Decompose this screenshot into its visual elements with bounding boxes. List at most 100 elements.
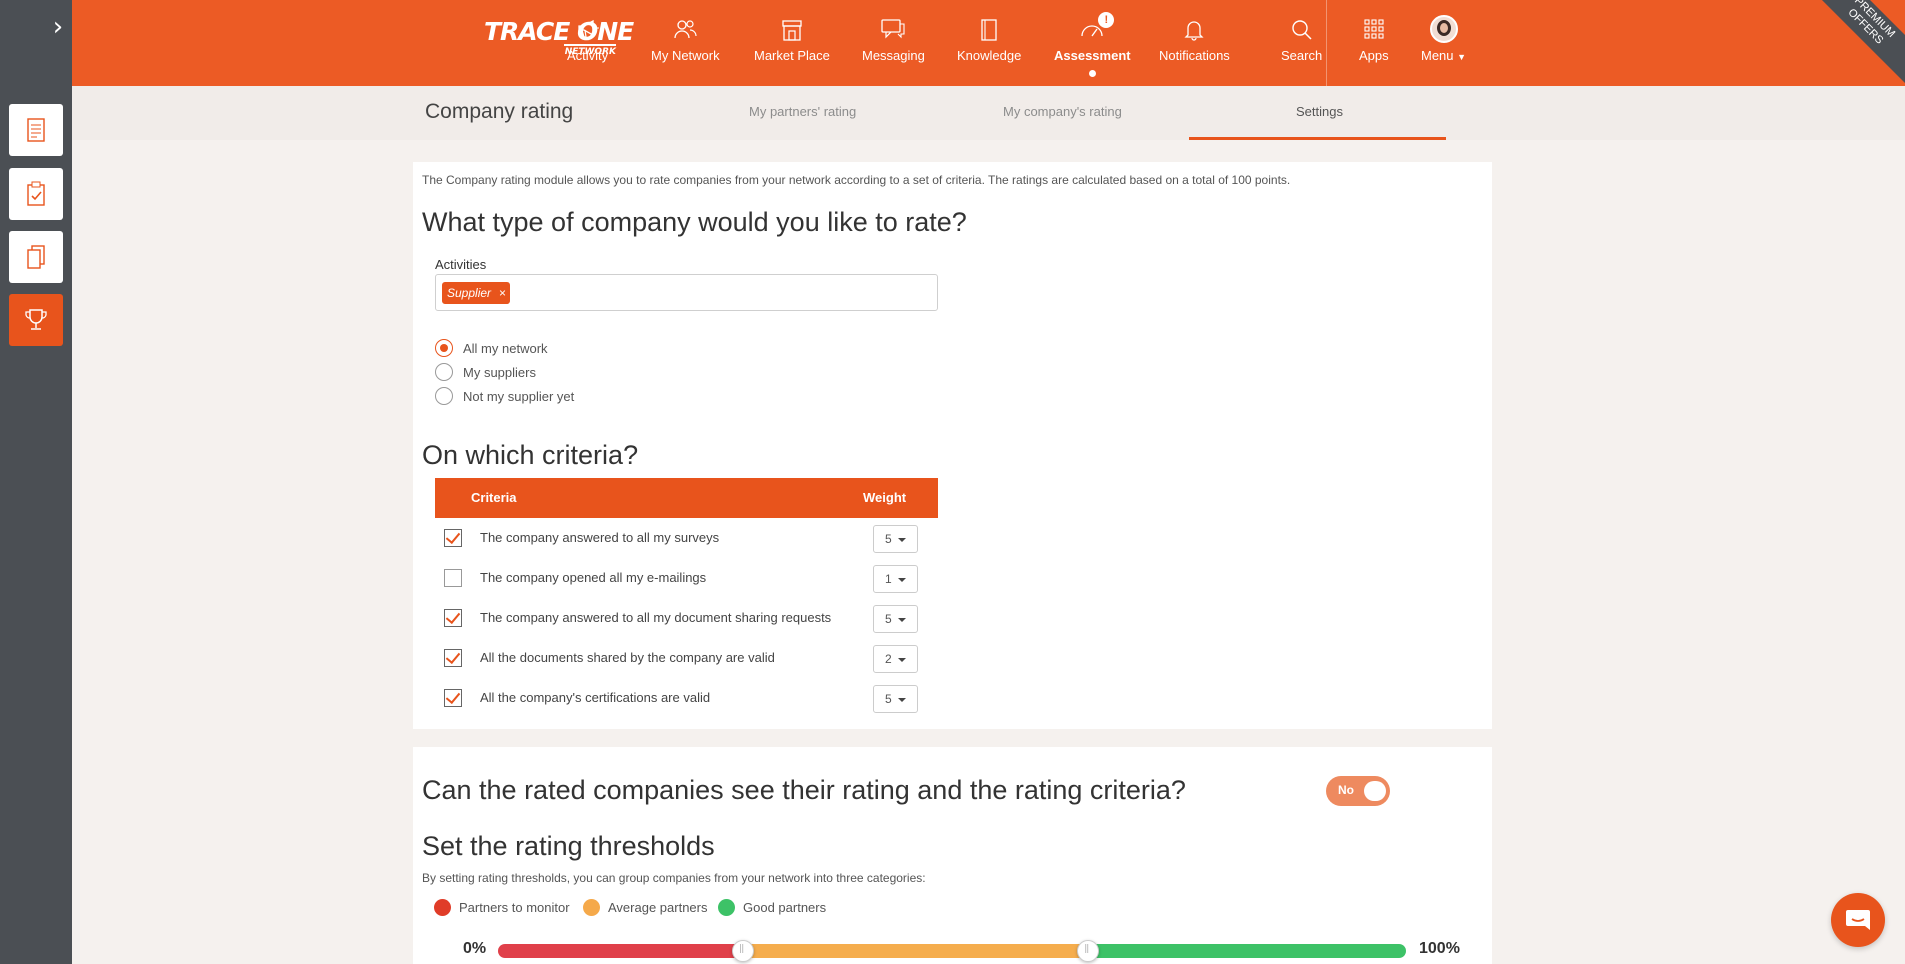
legend-dot-red [434, 899, 451, 916]
top-navigation-bar: TRACE ONE NETWORK Activity My Network Ma… [72, 0, 1905, 106]
user-avatar [1429, 15, 1458, 43]
active-indicator-dot [1089, 70, 1097, 77]
nav-notifications[interactable]: Notifications [1159, 18, 1230, 63]
traceone-logo[interactable]: TRACE ONE NETWORK [484, 18, 634, 58]
table-row: The company opened all my e-mailings 1 [435, 558, 938, 598]
legend-label: Average partners [608, 900, 708, 915]
activities-tag-input[interactable]: Supplier × [435, 274, 938, 311]
nav-apps[interactable]: Apps [1359, 18, 1389, 63]
page-title: Company rating [425, 100, 574, 123]
radio-empty-icon[interactable] [435, 387, 453, 405]
nav-notifications-label: Notifications [1159, 48, 1230, 63]
radio-label: Not my supplier yet [463, 388, 575, 404]
thresholds-heading: Set the rating thresholds [422, 831, 715, 861]
nav-my-network[interactable]: My Network [651, 18, 720, 63]
chat-support-button[interactable] [1831, 893, 1885, 947]
weight-select[interactable]: 5 [873, 685, 918, 713]
criteria-label: All the documents shared by the company … [480, 650, 775, 665]
nav-apps-label: Apps [1359, 48, 1389, 63]
assessment-badge: ! [1098, 12, 1115, 28]
criteria-label: All the company's certifications are val… [480, 690, 711, 705]
active-tab-underline [1189, 137, 1446, 140]
criteria-label: The company answered to all my surveys [480, 530, 720, 545]
store-icon [782, 20, 802, 41]
radio-my-suppliers[interactable]: My suppliers [435, 363, 536, 381]
slider-min-label: 0% [463, 940, 487, 957]
radio-not-my-supplier-yet[interactable]: Not my supplier yet [435, 387, 574, 405]
table-row: The company answered to all my document … [435, 598, 938, 638]
threshold-track-average [743, 944, 1089, 958]
criteria-checkbox[interactable] [444, 649, 462, 667]
high-threshold-handle[interactable] [1077, 940, 1100, 962]
criteria-heading: On which criteria? [422, 440, 639, 470]
criteria-column-header: Criteria [471, 490, 517, 505]
tab-partners-rating[interactable]: My partners' rating [749, 104, 856, 119]
chat-icon [881, 19, 905, 39]
chat-bubble-icon [1846, 910, 1870, 930]
intro-text: The Company rating module allows you to … [422, 173, 1291, 187]
criteria-checkbox[interactable] [444, 609, 462, 627]
criteria-table-header: Criteria Weight [435, 478, 938, 518]
rail-document-list-button[interactable] [9, 104, 63, 156]
book-icon [981, 19, 997, 41]
toggle-label: No [1338, 783, 1354, 797]
toggle-knob [1364, 781, 1386, 801]
trophy-icon [25, 309, 47, 330]
radio-all-my-network[interactable]: All my network [435, 339, 548, 357]
nav-knowledge[interactable]: Knowledge [957, 18, 1021, 63]
activity-tag-supplier: Supplier × [442, 282, 511, 304]
criteria-checkbox[interactable] [444, 529, 462, 547]
criteria-label: The company answered to all my document … [480, 610, 832, 625]
nav-assessment[interactable]: ! Assessment [1054, 12, 1131, 77]
radio-label: My suppliers [463, 364, 536, 380]
document-list-icon [27, 118, 45, 142]
nav-activity[interactable]: Activity [567, 18, 608, 63]
rail-checklist-button[interactable] [9, 168, 63, 220]
radio-empty-icon[interactable] [435, 363, 453, 381]
nav-messaging-label: Messaging [862, 48, 925, 63]
remove-tag-icon[interactable]: × [499, 282, 506, 304]
nav-menu[interactable]: Menu ▼ [1421, 15, 1466, 63]
weight-column-header: Weight [863, 490, 907, 505]
tag-label: Supplier [447, 286, 492, 300]
megaphone-icon [577, 19, 599, 38]
rail-rating-button[interactable] [9, 294, 63, 346]
tab-company-rating[interactable]: My company's rating [1003, 104, 1122, 119]
legend-dot-orange [583, 899, 600, 916]
rail-documents-button[interactable] [9, 231, 63, 283]
weight-select[interactable]: 5 [873, 605, 918, 633]
clipboard-check-icon [27, 181, 45, 206]
visibility-toggle[interactable]: No [1326, 776, 1390, 806]
search-icon [1291, 20, 1312, 40]
radio-selected-icon[interactable] [435, 339, 453, 357]
criteria-checkbox[interactable] [444, 689, 462, 707]
legend-partners-to-monitor: Partners to monitor [434, 899, 570, 916]
threshold-track-monitor [498, 944, 744, 958]
radio-label: All my network [463, 340, 548, 356]
nav-menu-label: Menu [1421, 48, 1454, 63]
users-icon [674, 20, 697, 39]
nav-divider [1326, 0, 1327, 86]
page-subheader: Company rating My partners' rating My co… [72, 86, 1905, 140]
expand-rail-chevron-icon[interactable]: › [44, 12, 72, 46]
legend-good-partners: Good partners [718, 899, 826, 916]
weight-select[interactable]: 1 [873, 565, 918, 593]
nav-messaging[interactable]: Messaging [862, 18, 925, 63]
nav-knowledge-label: Knowledge [957, 48, 1022, 63]
slider-max-label: 100% [1419, 940, 1460, 957]
weight-select[interactable]: 2 [873, 645, 918, 673]
copy-documents-icon [27, 245, 45, 269]
table-row: The company answered to all my surveys 5 [435, 518, 938, 558]
criteria-label: The company opened all my e-mailings [480, 570, 707, 585]
table-row: All the company's certifications are val… [435, 678, 938, 718]
rating-settings-card: The Company rating module allows you to … [413, 162, 1492, 729]
criteria-checkbox[interactable] [444, 569, 462, 587]
weight-select[interactable]: 5 [873, 525, 918, 553]
nav-market-place[interactable]: Market Place [754, 18, 830, 63]
nav-search[interactable]: Search [1281, 18, 1322, 63]
tab-settings[interactable]: Settings [1296, 104, 1343, 119]
visibility-thresholds-card: Can the rated companies see their rating… [413, 747, 1492, 964]
visibility-heading: Can the rated companies see their rating… [422, 775, 1186, 805]
nav-activity-label: Activity [567, 48, 609, 63]
low-threshold-handle[interactable] [732, 940, 755, 962]
